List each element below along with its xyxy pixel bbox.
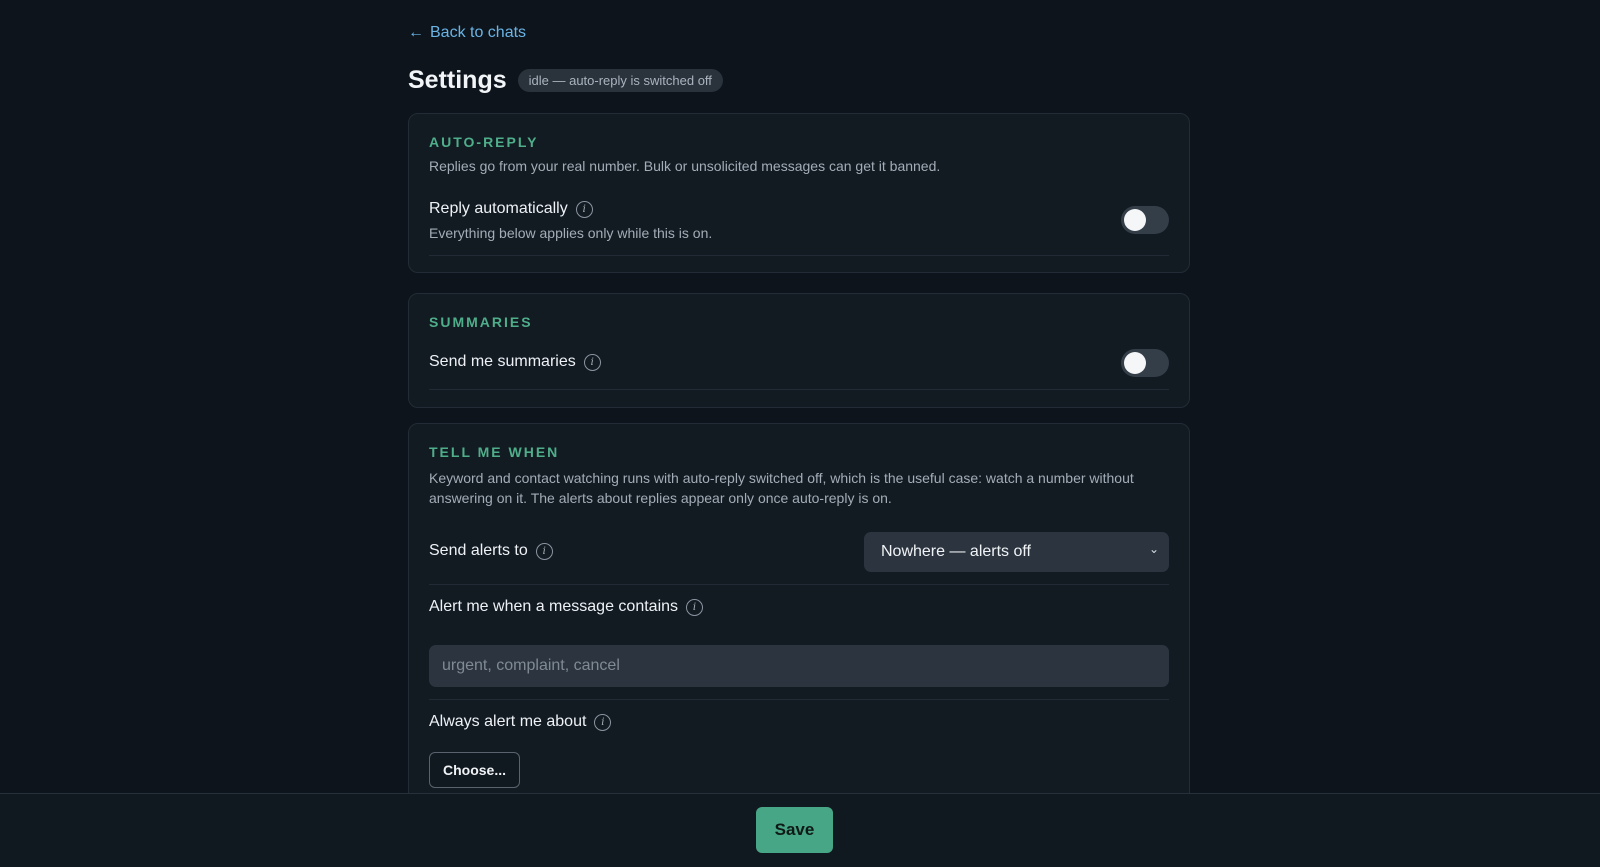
- divider: [429, 389, 1169, 390]
- keyword-label: Alert me when a message contains: [429, 598, 679, 615]
- divider: [429, 699, 1169, 700]
- send-alerts-value: Nowhere — alerts off: [881, 543, 1031, 560]
- section-title-auto-reply: AUTO-REPLY: [429, 134, 539, 150]
- choose-button[interactable]: Choose...: [429, 752, 521, 788]
- info-icon[interactable]: i: [535, 542, 553, 560]
- keyword-row: Alert me when a message contains i: [429, 598, 704, 616]
- info-icon[interactable]: i: [594, 713, 612, 731]
- reply-automatically-row: Reply automatically i: [429, 200, 593, 218]
- send-alerts-select[interactable]: Nowhere — alerts off ⌄: [864, 532, 1169, 572]
- send-alerts-label: Send alerts to: [429, 542, 528, 559]
- divider: [429, 584, 1169, 585]
- footer-bar: Save: [0, 793, 1600, 867]
- arrow-left-icon: ←: [408, 24, 424, 41]
- chevron-down-icon: ⌄: [1148, 542, 1159, 556]
- section-title-tell-me-when: TELL ME WHEN: [429, 444, 560, 460]
- tell-me-when-description: Keyword and contact watching runs with a…: [429, 470, 1134, 506]
- page-title: Settings: [408, 66, 507, 94]
- back-to-chats-link[interactable]: ← Back to chats: [408, 24, 526, 42]
- info-icon[interactable]: i: [575, 200, 593, 218]
- divider: [429, 255, 1169, 256]
- always-alert-label: Always alert me about: [429, 713, 587, 730]
- reply-automatically-toggle[interactable]: [1121, 206, 1169, 234]
- section-title-summaries: SUMMARIES: [429, 314, 533, 330]
- toggle-knob: [1124, 352, 1146, 374]
- info-icon[interactable]: i: [583, 353, 601, 371]
- summaries-card: SUMMARIES Send me summaries i: [408, 293, 1190, 408]
- send-summaries-label: Send me summaries: [429, 353, 576, 370]
- send-summaries-row: Send me summaries i: [429, 353, 601, 371]
- tell-me-when-card: TELL ME WHEN Keyword and contact watchin…: [408, 423, 1190, 843]
- title-row: Settings idle — auto-reply is switched o…: [408, 66, 723, 95]
- always-alert-row: Always alert me about i: [429, 713, 612, 731]
- toggle-knob: [1124, 209, 1146, 231]
- reply-automatically-label: Reply automatically: [429, 200, 568, 217]
- save-button[interactable]: Save: [756, 807, 833, 853]
- keyword-input[interactable]: [429, 645, 1169, 687]
- status-badge: idle — auto-reply is switched off: [517, 69, 723, 92]
- auto-reply-description: Replies go from your real number. Bulk o…: [429, 158, 941, 174]
- back-link-label: Back to chats: [430, 24, 527, 41]
- send-alerts-row: Send alerts to i: [429, 542, 553, 560]
- auto-reply-card: AUTO-REPLY Replies go from your real num…: [408, 113, 1190, 273]
- info-icon[interactable]: i: [686, 598, 704, 616]
- send-summaries-toggle[interactable]: [1121, 349, 1169, 377]
- reply-automatically-sub: Everything below applies only while this…: [429, 225, 713, 241]
